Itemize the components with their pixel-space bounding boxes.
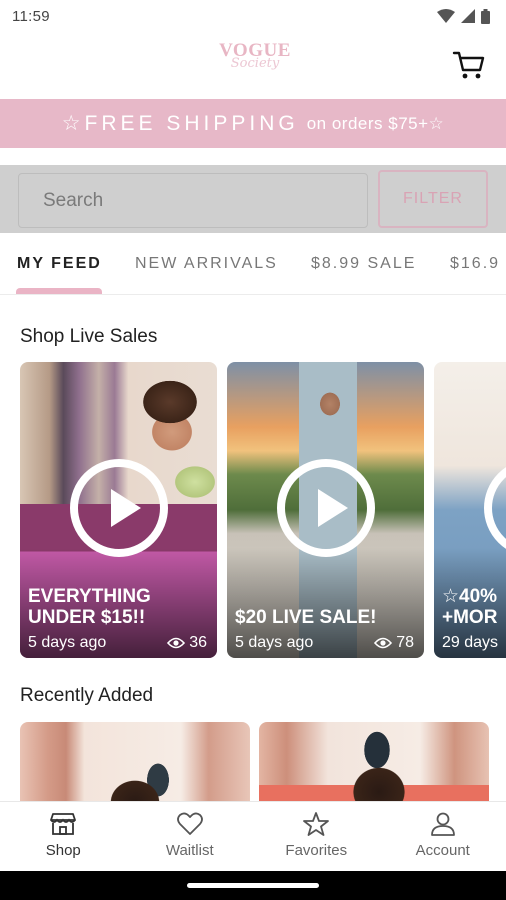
nav-favorites[interactable]: Favorites xyxy=(253,802,380,871)
live-sales-heading: Shop Live Sales xyxy=(20,326,158,347)
search-bar: FILTER xyxy=(0,165,506,233)
home-gesture-handle[interactable] xyxy=(187,883,319,888)
signal-icon xyxy=(461,9,475,23)
product-thumbnail xyxy=(259,722,489,812)
status-icons xyxy=(437,8,490,24)
system-gesture-bar xyxy=(0,871,506,900)
play-icon[interactable] xyxy=(70,459,168,557)
live-sale-age: 5 days ago xyxy=(235,634,314,651)
eye-icon xyxy=(167,637,186,649)
search-input[interactable] xyxy=(18,173,368,228)
live-sale-age: 5 days ago xyxy=(28,634,107,651)
product-card[interactable] xyxy=(259,722,489,812)
live-sale-title: EVERYTHING UNDER $15!! xyxy=(28,586,151,628)
cart-button[interactable] xyxy=(452,49,486,81)
product-thumbnail xyxy=(20,722,250,812)
nav-label: Waitlist xyxy=(165,842,214,859)
brand-tagline: Society xyxy=(230,56,280,71)
promo-main-text: ☆FREE SHIPPING xyxy=(61,112,299,135)
live-sale-age: 29 days xyxy=(442,634,499,651)
nav-label: Account xyxy=(415,842,470,859)
person-icon xyxy=(430,812,455,836)
live-sale-views: 36 xyxy=(167,634,207,652)
heart-icon xyxy=(176,812,203,835)
app-header: VOGUE Society xyxy=(0,32,506,99)
category-tabs: MY FEED NEW ARRIVALS $8.99 SALE $16.9 xyxy=(0,235,506,295)
tab-1699-sale[interactable]: $16.9 xyxy=(450,255,500,273)
live-sale-title: $20 LIVE SALE! xyxy=(235,607,377,628)
active-tab-indicator xyxy=(16,288,102,294)
views-count: 78 xyxy=(396,634,414,651)
nav-waitlist[interactable]: Waitlist xyxy=(127,802,254,871)
filter-button[interactable]: FILTER xyxy=(378,170,488,228)
live-sale-title: ☆40% +MOR xyxy=(442,586,498,628)
eye-icon xyxy=(374,637,393,649)
cart-icon xyxy=(452,51,485,79)
live-sale-card[interactable]: EVERYTHING UNDER $15!! 5 days ago 36 xyxy=(20,362,217,658)
wifi-icon xyxy=(437,9,455,23)
brand-logo[interactable]: VOGUE Society xyxy=(200,40,310,86)
status-time: 11:59 xyxy=(12,7,50,25)
nav-shop[interactable]: Shop xyxy=(0,802,127,871)
tab-my-feed[interactable]: MY FEED xyxy=(17,255,102,273)
live-sale-card[interactable]: $20 LIVE SALE! 5 days ago 78 xyxy=(227,362,424,658)
promo-suffix-text: on orders $75+☆ xyxy=(306,113,445,133)
shop-icon xyxy=(50,813,77,835)
status-bar: 11:59 xyxy=(0,0,506,32)
bottom-navigation: Shop Waitlist Favorites Account xyxy=(0,801,506,871)
product-card[interactable] xyxy=(20,722,250,812)
live-sale-card[interactable]: ☆40% +MOR 29 days xyxy=(434,362,506,658)
recently-added-heading: Recently Added xyxy=(20,685,154,706)
play-icon[interactable] xyxy=(277,459,375,557)
tab-new-arrivals[interactable]: NEW ARRIVALS xyxy=(135,255,278,273)
nav-label: Shop xyxy=(45,842,81,859)
live-sale-views: 78 xyxy=(374,634,414,652)
views-count: 36 xyxy=(189,634,207,651)
nav-label: Favorites xyxy=(285,842,348,859)
nav-account[interactable]: Account xyxy=(380,802,506,871)
star-icon xyxy=(303,812,330,836)
free-shipping-banner: ☆FREE SHIPPING on orders $75+☆ xyxy=(0,99,506,148)
tab-899-sale[interactable]: $8.99 SALE xyxy=(311,255,416,273)
battery-icon xyxy=(481,8,490,24)
